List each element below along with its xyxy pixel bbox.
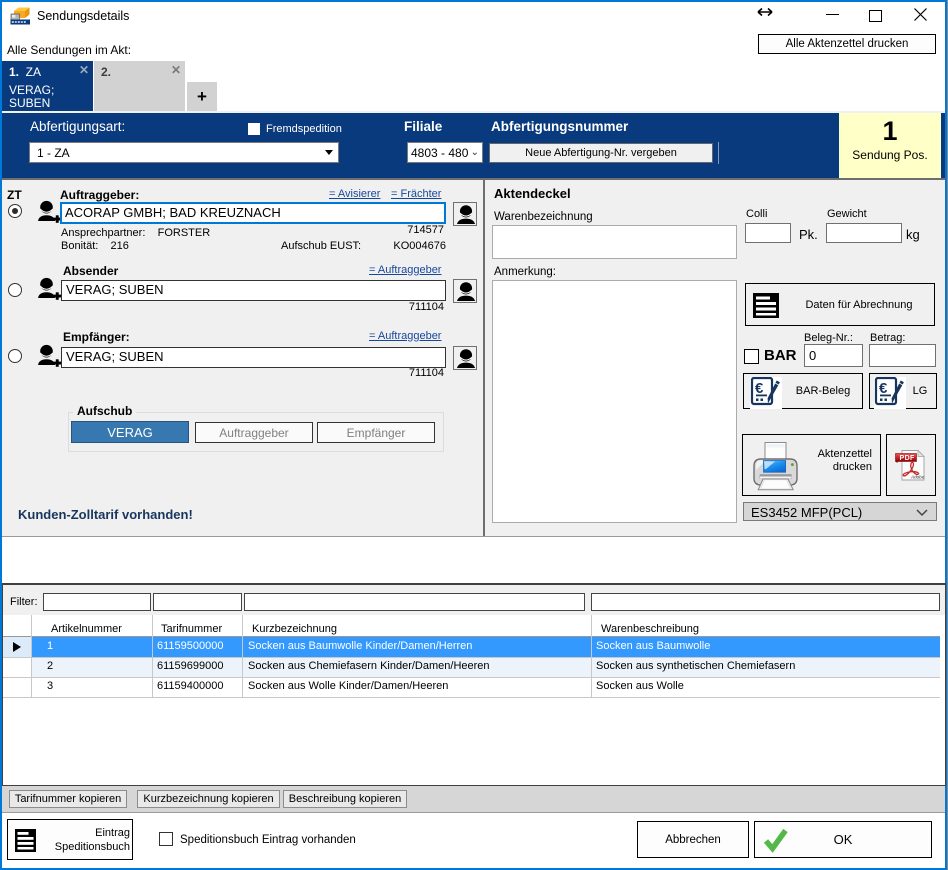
svg-text:Adobe: Adobe [910, 475, 925, 480]
svg-text:€: € [879, 380, 888, 397]
svg-text:€: € [755, 380, 764, 397]
svg-text:PDF: PDF [900, 455, 916, 462]
